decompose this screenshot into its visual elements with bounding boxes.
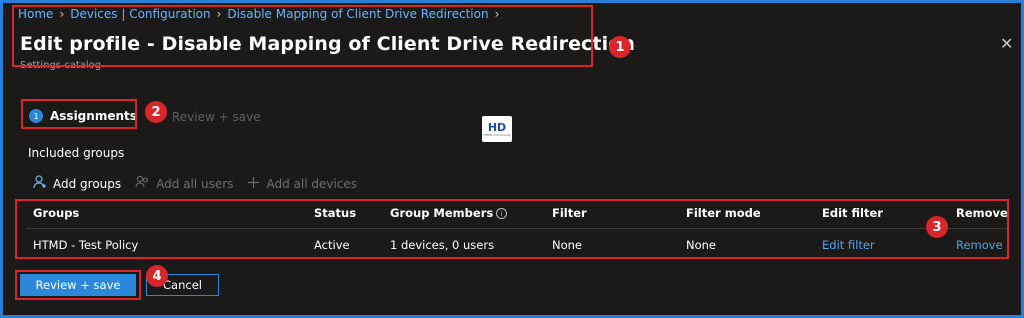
close-icon[interactable]: ✕ — [1000, 34, 1013, 53]
logo-caption: HTMD Community — [483, 132, 511, 137]
add-all-devices-button[interactable]: Add all devices — [247, 176, 357, 192]
person-add-icon — [33, 175, 47, 192]
included-groups-label: Included groups — [28, 146, 125, 160]
annotation-box-title — [12, 5, 593, 67]
tab-review-save-label: Review + save — [172, 110, 261, 124]
annotation-box-assignments — [21, 99, 137, 129]
tab-review-save[interactable]: Review + save — [172, 110, 261, 124]
annotation-badge-3: 3 — [926, 216, 948, 238]
annotation-box-review-save — [15, 270, 141, 300]
group-actions-bar: Add groups Add all users Add all devices — [33, 175, 357, 192]
add-groups-button[interactable]: Add groups — [33, 175, 121, 192]
add-all-devices-label: Add all devices — [266, 176, 358, 191]
add-all-users-button[interactable]: Add all users — [135, 175, 233, 192]
annotation-badge-1: 1 — [609, 36, 631, 58]
add-all-users-label: Add all users — [156, 176, 234, 191]
plus-icon — [247, 176, 260, 192]
logo-mark: HD — [487, 120, 507, 134]
watermark-logo: HD HTMD Community — [482, 116, 512, 142]
people-icon — [135, 175, 150, 192]
annotation-box-table — [15, 199, 1009, 259]
add-groups-label: Add groups — [53, 176, 122, 191]
annotation-badge-2: 2 — [145, 101, 167, 123]
annotation-badge-4: 4 — [146, 265, 168, 287]
